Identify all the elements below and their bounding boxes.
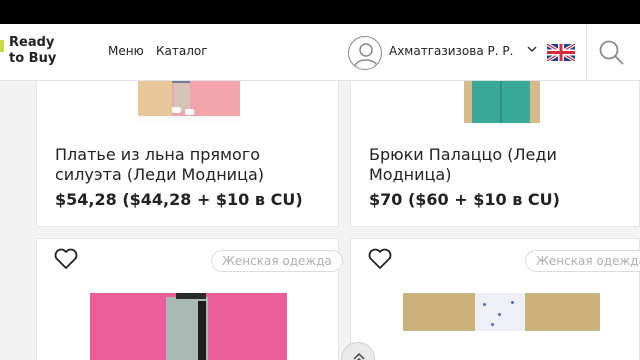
product-price: $54,28 ($44,28 + $10 в CU): [55, 190, 303, 209]
product-title[interactable]: Брюки Палаццо (Леди Модница): [369, 145, 629, 185]
category-tag[interactable]: Женская одежда: [211, 250, 343, 272]
chevron-up-icon: [353, 352, 365, 360]
product-card[interactable]: Платье из льна прямого силуэта (Леди Мод…: [36, 66, 339, 227]
logo-mark: [0, 40, 4, 52]
category-tag[interactable]: Женская одежда: [525, 250, 640, 272]
product-price: $70 ($60 + $10 в CU): [369, 190, 560, 209]
logo-text: Ready to Buy: [9, 35, 57, 66]
favorite-heart-icon[interactable]: [53, 247, 79, 271]
search-icon: [599, 40, 624, 65]
logo[interactable]: Ready to Buy: [0, 35, 64, 71]
product-image[interactable]: [90, 293, 287, 360]
top-header: Ready to Buy Меню Каталог Ахматгазизова …: [0, 24, 640, 81]
app-screen: Платье из льна прямого силуэта (Леди Мод…: [0, 24, 640, 360]
favorite-heart-icon[interactable]: [367, 247, 393, 271]
uk-flag-icon[interactable]: [547, 44, 575, 61]
product-card[interactable]: Брюки Палаццо (Леди Модница) $70 ($60 + …: [350, 66, 640, 227]
nav-catalog-link[interactable]: Каталог: [156, 44, 208, 58]
search-button[interactable]: [586, 24, 640, 81]
product-title[interactable]: Платье из льна прямого силуэта (Леди Мод…: [55, 145, 315, 185]
product-card[interactable]: Женская одежда: [36, 238, 343, 360]
user-name[interactable]: Ахматгазизова Р. Р.: [389, 44, 513, 58]
nav-menu-link[interactable]: Меню: [108, 44, 144, 58]
chevron-down-icon[interactable]: [525, 42, 539, 56]
user-avatar-icon[interactable]: [348, 36, 382, 70]
product-image[interactable]: [403, 293, 600, 331]
product-card[interactable]: Женская одежда: [350, 238, 640, 360]
